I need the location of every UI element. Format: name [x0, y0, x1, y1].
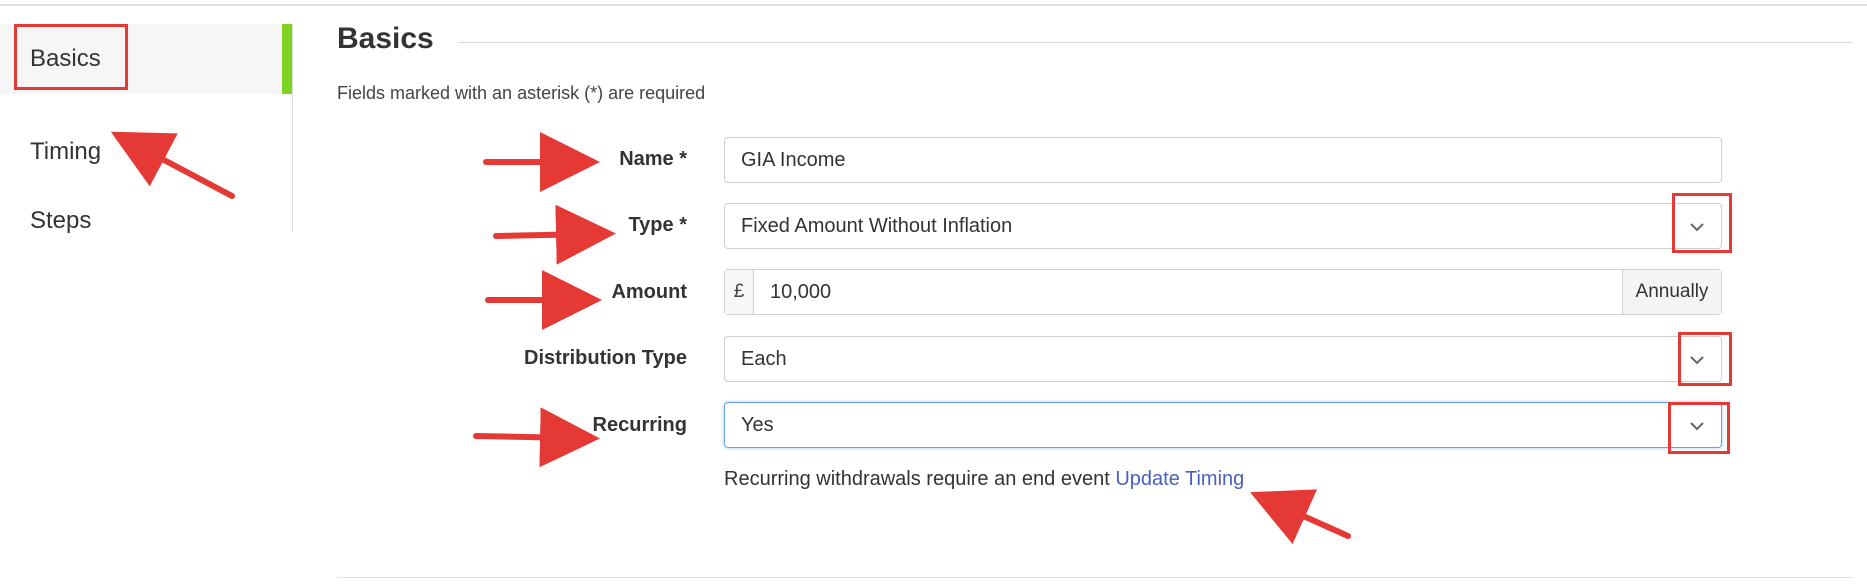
- name-label: Name *: [619, 148, 687, 170]
- update-timing-link[interactable]: Update Timing: [1115, 468, 1244, 490]
- frequency-addon: Annually: [1622, 270, 1721, 314]
- page-title: Basics: [337, 22, 434, 55]
- sidebar-item-timing[interactable]: Timing: [0, 117, 292, 187]
- type-label: Type *: [628, 214, 687, 236]
- sidebar-item-label: Steps: [30, 207, 92, 234]
- distribution-type-select[interactable]: Each: [724, 336, 1722, 382]
- recurring-label: Recurring: [592, 414, 687, 436]
- red-arrow-icon: [1250, 489, 1351, 545]
- sidebar-item-label: Timing: [30, 138, 102, 165]
- help-text: Recurring withdrawals require an end eve…: [724, 468, 1110, 490]
- sidebar-item-label: Basics: [30, 45, 101, 72]
- red-arrow-icon: [473, 407, 600, 468]
- currency-symbol: £: [725, 270, 754, 314]
- required-note: Fields marked with an asterisk (*) are r…: [337, 83, 706, 103]
- amount-input[interactable]: [754, 270, 1624, 314]
- type-value: Fixed Amount Without Inflation: [741, 215, 1013, 237]
- chevron-down-icon[interactable]: [1687, 217, 1707, 237]
- sidebar-item-basics[interactable]: Basics: [0, 24, 292, 94]
- title-divider: [458, 42, 1853, 43]
- amount-group: £ Annually: [724, 269, 1722, 315]
- sidebar-nav: Basics Timing Steps: [0, 24, 293, 234]
- sidebar-item-steps[interactable]: Steps: [0, 186, 292, 256]
- distribution-type-value: Each: [741, 348, 787, 370]
- active-indicator: [282, 24, 292, 94]
- recurring-value: Yes: [741, 414, 774, 436]
- top-divider: [0, 4, 1867, 6]
- chevron-down-icon[interactable]: [1687, 416, 1707, 436]
- chevron-down-icon[interactable]: [1687, 350, 1707, 370]
- red-arrow-icon: [493, 204, 616, 265]
- recurring-select[interactable]: Yes: [724, 402, 1722, 448]
- distribution-type-label: Distribution Type: [524, 347, 687, 369]
- name-field[interactable]: GIA Income: [724, 137, 1722, 183]
- name-value: GIA Income: [741, 149, 846, 171]
- type-select[interactable]: Fixed Amount Without Inflation: [724, 203, 1722, 249]
- amount-label: Amount: [611, 281, 687, 303]
- bottom-divider: [337, 577, 1853, 578]
- recurring-help: Recurring withdrawals require an end eve…: [724, 468, 1244, 491]
